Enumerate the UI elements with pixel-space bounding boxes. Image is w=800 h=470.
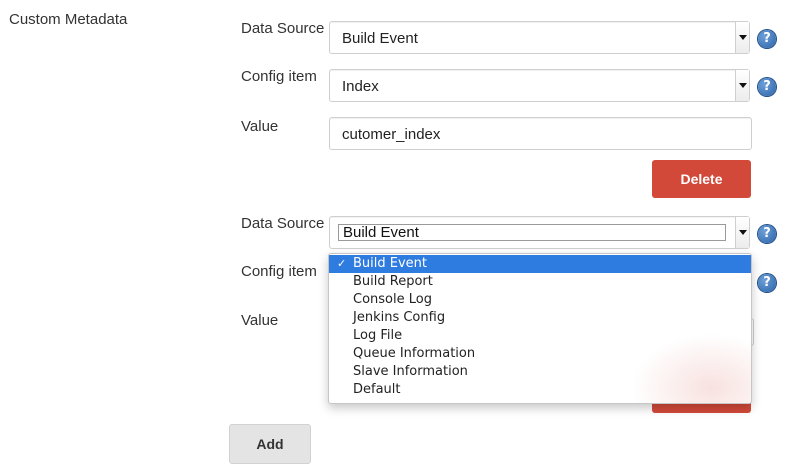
help-question-icon[interactable]: ? — [758, 78, 776, 96]
help-question-icon[interactable]: ? — [758, 274, 776, 292]
delete-button-1[interactable]: Delete — [652, 160, 751, 198]
value-label-1: Value — [241, 118, 279, 135]
dropdown-option-jenkins-config[interactable]: Jenkins Config — [329, 309, 751, 327]
data-source-dropdown-list: ✓ Build Event Build Report Console Log J… — [328, 253, 752, 404]
data-source-value-1: Build Event — [342, 30, 418, 47]
chevron-down-icon[interactable] — [735, 217, 749, 248]
section-label: Custom Metadata — [9, 11, 128, 28]
config-item-select-1[interactable]: Index — [329, 69, 750, 102]
help-question-icon[interactable]: ? — [758, 225, 776, 243]
data-source-select-2[interactable]: Build Event — [329, 216, 750, 249]
config-item-value-1: Index — [342, 78, 379, 95]
add-button[interactable]: Add — [229, 424, 311, 464]
dropdown-option-slave-information[interactable]: Slave Information — [329, 363, 751, 381]
checkmark-icon: ✓ — [337, 257, 347, 270]
value-input-text-1: cutomer_index — [342, 126, 441, 143]
data-source-label-2: Data Source — [241, 215, 325, 232]
dropdown-option-build-event[interactable]: ✓ Build Event — [329, 255, 751, 273]
dropdown-option-build-report[interactable]: Build Report — [329, 273, 751, 291]
data-source-select-1[interactable]: Build Event — [329, 21, 750, 54]
config-item-label-1: Config item — [241, 68, 317, 85]
data-source-open-field-2: Build Event — [338, 224, 726, 241]
help-question-icon[interactable]: ? — [758, 30, 776, 48]
data-source-label-1: Data Source — [241, 20, 325, 37]
data-source-value-2: Build Event — [343, 224, 419, 241]
chevron-down-icon[interactable] — [735, 22, 749, 53]
value-input-1[interactable]: cutomer_index — [329, 117, 752, 150]
dropdown-option-console-log[interactable]: Console Log — [329, 291, 751, 309]
dropdown-option-queue-information[interactable]: Queue Information — [329, 345, 751, 363]
value-label-2: Value — [241, 312, 279, 329]
chevron-down-icon[interactable] — [735, 70, 749, 101]
config-item-label-2: Config item — [241, 263, 317, 280]
dropdown-option-log-file[interactable]: Log File — [329, 327, 751, 345]
dropdown-option-default[interactable]: Default — [329, 381, 751, 399]
